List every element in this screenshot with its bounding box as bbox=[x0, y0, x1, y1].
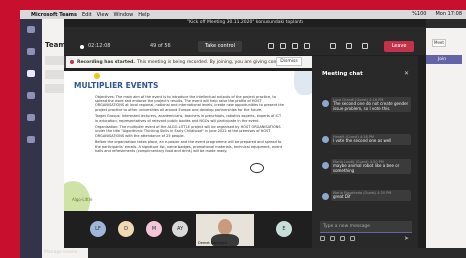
slide-navigation: ⬅ ➡ bbox=[276, 166, 293, 175]
send-icon[interactable]: ➤ bbox=[404, 235, 409, 242]
slide-decoration bbox=[94, 73, 100, 79]
chat-message-text: I vote the second one as well bbox=[333, 138, 392, 143]
slide-body: Objectives: The main aim of the event is… bbox=[95, 95, 285, 155]
next-slide-icon[interactable]: ➡ bbox=[287, 166, 294, 175]
bell-icon bbox=[27, 26, 35, 33]
avatar bbox=[322, 136, 329, 143]
clock: Mon 17:08 bbox=[435, 11, 462, 17]
chat-message-text: The second one do not create gender issu… bbox=[333, 101, 409, 111]
participant-avatar[interactable]: M bbox=[146, 221, 162, 237]
raise-hand-icon[interactable] bbox=[292, 43, 298, 49]
app-rail bbox=[20, 19, 42, 258]
participant-avatar[interactable]: LF bbox=[90, 221, 106, 237]
chat-message: Maria Figueiredo (Guest) 4:20 PM great D… bbox=[331, 190, 411, 201]
participant-avatar[interactable]: AY bbox=[172, 221, 188, 237]
rail-chat[interactable] bbox=[20, 41, 42, 63]
avatar bbox=[322, 162, 329, 169]
menu-view[interactable]: View bbox=[97, 12, 109, 18]
calendar-icon bbox=[27, 92, 35, 99]
camera-tile[interactable]: Demet Somuncu bbox=[196, 214, 254, 246]
teams-icon bbox=[27, 70, 35, 77]
chat-message: Haralit (Guest) 4:16 PM I vote the secon… bbox=[331, 134, 411, 145]
meet-button[interactable]: Meet bbox=[432, 39, 446, 47]
meeting-timer: 02:12:08 bbox=[88, 43, 111, 49]
slide-counter: 49 of 56 bbox=[150, 43, 171, 49]
slide-paragraph: Organisation: The multiplier event of th… bbox=[95, 125, 281, 138]
recording-banner-title: Recording has started. bbox=[77, 59, 135, 65]
participant-avatar[interactable]: E bbox=[276, 221, 292, 237]
participants-icon[interactable] bbox=[268, 43, 274, 49]
meeting-toolbar bbox=[64, 27, 426, 55]
participant-avatar[interactable]: D bbox=[118, 221, 134, 237]
rail-activity[interactable] bbox=[20, 19, 42, 41]
rail-calls[interactable] bbox=[20, 107, 42, 129]
chat-message: Maria Lusitti (Guest) 4:20 PM maybe anim… bbox=[331, 159, 411, 175]
chat-message-text: great Dif bbox=[333, 194, 351, 199]
slide-decoration bbox=[64, 181, 90, 211]
dismiss-button[interactable]: Dismiss bbox=[276, 57, 302, 66]
gif-icon[interactable] bbox=[350, 236, 355, 241]
rail-calendar[interactable] bbox=[20, 85, 42, 107]
chat-icon bbox=[27, 48, 35, 55]
slide-decoration bbox=[250, 163, 264, 173]
mac-menu-bar: Microsoft Teams Edit View Window Help %1… bbox=[20, 10, 466, 19]
chat-toggle-icon[interactable] bbox=[280, 43, 286, 49]
recording-banner: Recording has started. This meeting is b… bbox=[64, 56, 312, 68]
slide-decoration bbox=[294, 71, 312, 95]
phone-icon bbox=[27, 114, 35, 121]
chat-message: Luca Grandi (Guest) 4:16 PM The second o… bbox=[331, 97, 411, 113]
menu-window[interactable]: Window bbox=[114, 12, 134, 18]
slide-logo: Algo-Little bbox=[72, 197, 93, 202]
prev-slide-icon[interactable]: ⬅ bbox=[276, 166, 283, 175]
rail-files[interactable] bbox=[20, 129, 42, 151]
slide-paragraph: Objectives: The main aim of the event is… bbox=[95, 95, 285, 112]
take-control-button[interactable]: Take control bbox=[198, 41, 242, 52]
attach-icon[interactable] bbox=[330, 236, 335, 241]
chat-title: Meeting chat bbox=[322, 71, 363, 77]
shared-slide: MULTIPLIER EVENTS Objectives: The main a… bbox=[64, 71, 312, 211]
chat-message-input[interactable]: Type a new message bbox=[320, 221, 412, 233]
chat-toolbar bbox=[320, 236, 355, 241]
battery-status: %100 bbox=[412, 11, 427, 17]
join-button[interactable]: Join bbox=[422, 55, 462, 64]
menu-edit[interactable]: Edit bbox=[82, 12, 92, 18]
status-area: %100 Mon 17:08 bbox=[407, 11, 462, 17]
window-title: "Kick off Meeting 30.11.2020" konusundak… bbox=[64, 19, 426, 27]
meeting-chat-panel bbox=[312, 56, 418, 248]
camera-icon[interactable] bbox=[330, 43, 336, 49]
record-indicator-icon bbox=[80, 45, 84, 49]
manage-teams-link[interactable]: Manage teams bbox=[44, 250, 77, 255]
recording-banner-text: This meeting is being recorded. By joini… bbox=[136, 59, 298, 65]
slide-paragraph: Target Groups: Interested lecturers, aca… bbox=[95, 114, 282, 123]
recording-dot-icon bbox=[70, 60, 74, 64]
leave-button[interactable]: Leave bbox=[384, 41, 414, 52]
avatar bbox=[322, 100, 329, 107]
menu-help[interactable]: Help bbox=[138, 12, 149, 18]
close-icon[interactable]: ✕ bbox=[404, 70, 409, 77]
more-options-icon[interactable] bbox=[304, 43, 310, 49]
slide-paragraph: Before the organisation takes place, an … bbox=[95, 140, 282, 153]
format-icon[interactable] bbox=[320, 236, 325, 241]
rail-teams[interactable] bbox=[20, 63, 42, 85]
slide-title: MULTIPLIER EVENTS bbox=[74, 81, 159, 90]
file-icon bbox=[27, 136, 35, 143]
share-screen-icon[interactable] bbox=[362, 43, 368, 49]
camera-tile-name: Demet Somuncu bbox=[198, 241, 228, 245]
avatar bbox=[322, 193, 329, 200]
microphone-icon[interactable] bbox=[346, 43, 352, 49]
person-head bbox=[218, 219, 232, 235]
emoji-icon[interactable] bbox=[340, 236, 345, 241]
app-menu[interactable]: Microsoft Teams bbox=[31, 12, 77, 18]
chat-message-text: maybe animal robot like a bee or somethi… bbox=[333, 163, 400, 173]
